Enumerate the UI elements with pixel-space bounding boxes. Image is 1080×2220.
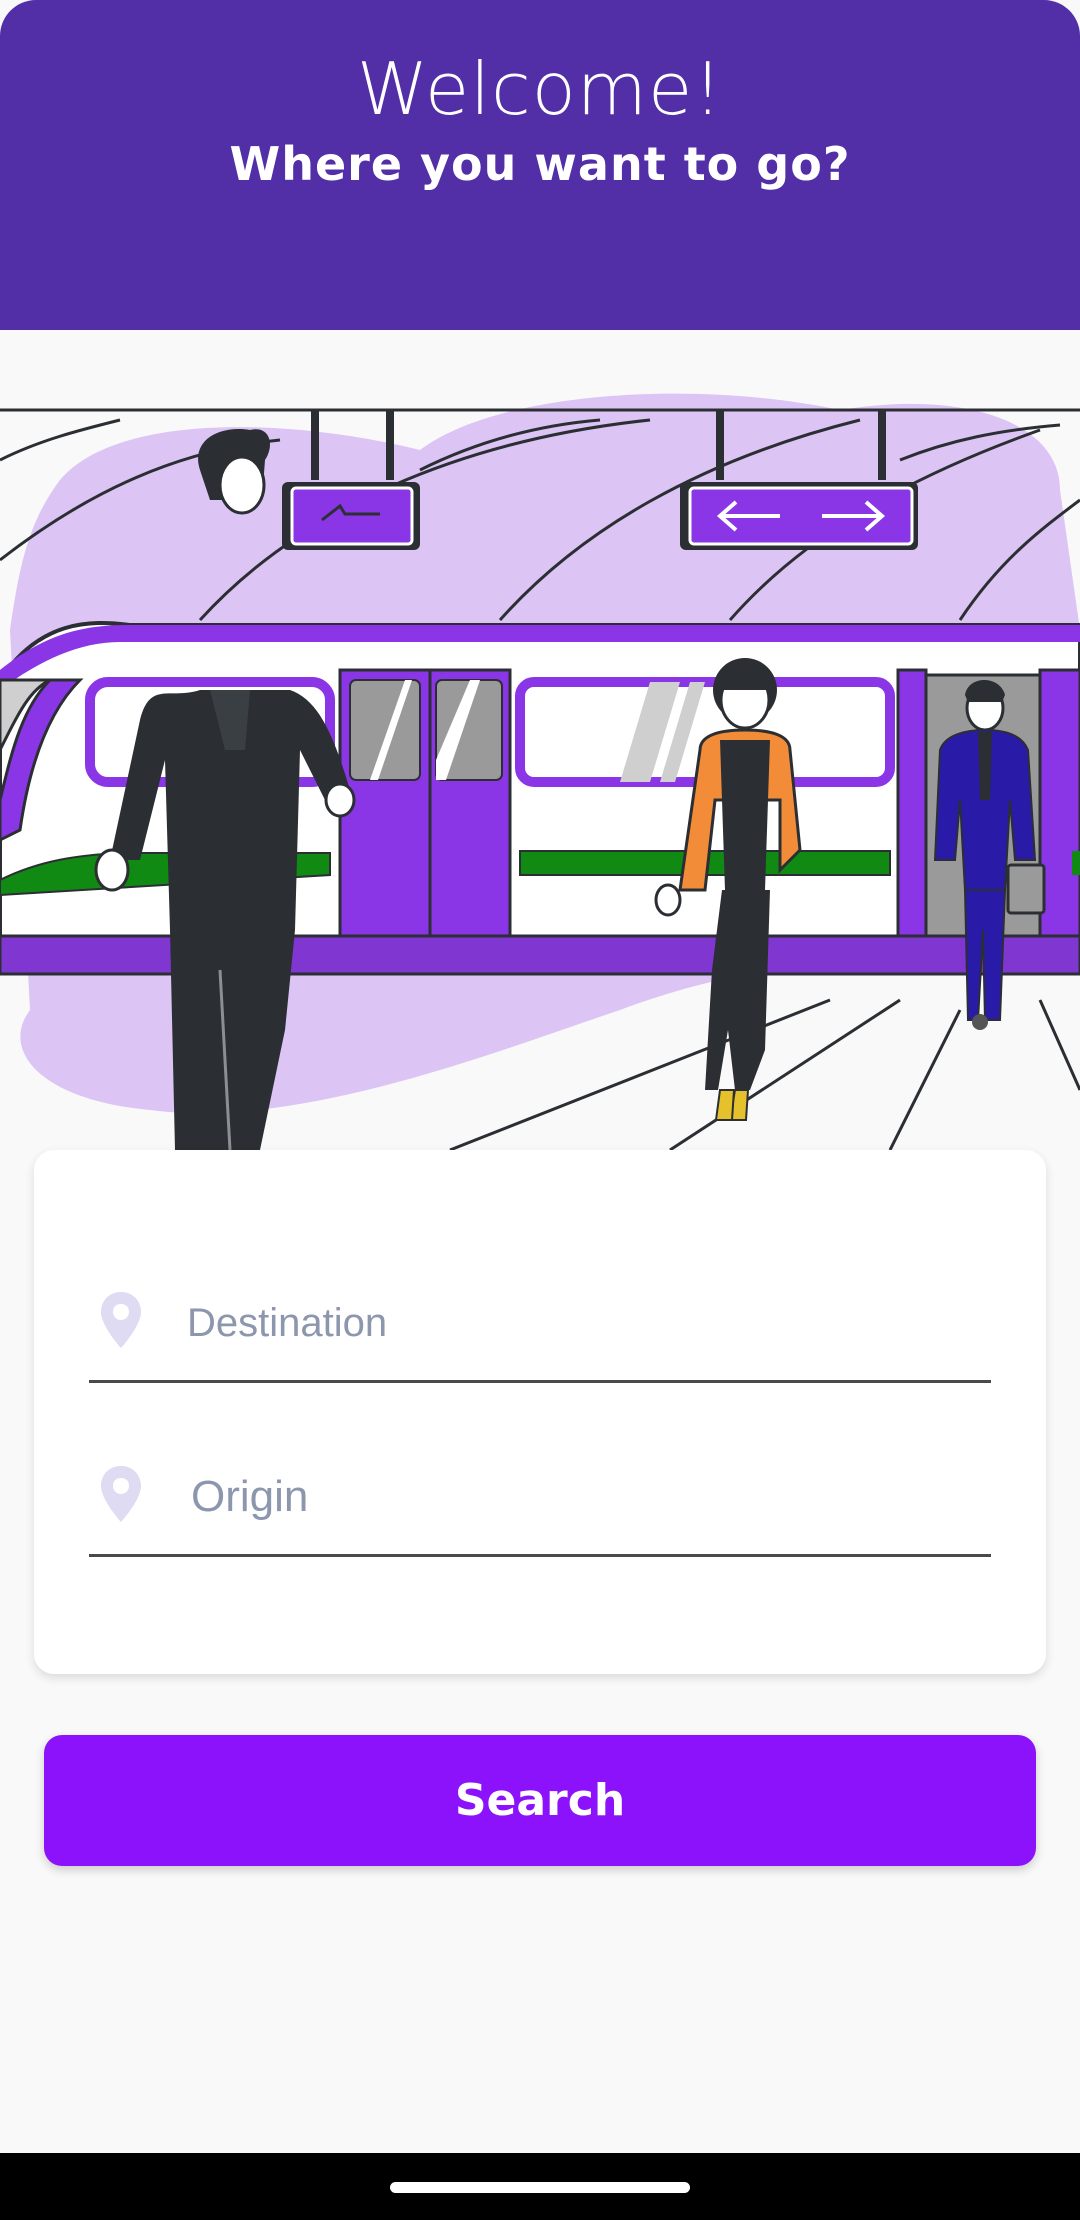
origin-input[interactable] bbox=[191, 1464, 971, 1530]
page-subtitle: Where you want to go? bbox=[229, 137, 851, 191]
destination-field bbox=[89, 1290, 991, 1383]
home-gesture-handle[interactable] bbox=[390, 2182, 690, 2193]
search-button[interactable]: Search bbox=[44, 1735, 1036, 1866]
train bbox=[0, 621, 1080, 976]
location-pin-icon bbox=[101, 1292, 141, 1348]
origin-field bbox=[89, 1464, 991, 1557]
page-title: Welcome! bbox=[356, 47, 724, 131]
location-pin-icon bbox=[101, 1466, 141, 1522]
trip-search-form bbox=[34, 1150, 1046, 1674]
train-station-illustration bbox=[0, 393, 1080, 1150]
header: Welcome! Where you want to go? bbox=[0, 0, 1080, 330]
destination-input[interactable] bbox=[187, 1290, 967, 1356]
